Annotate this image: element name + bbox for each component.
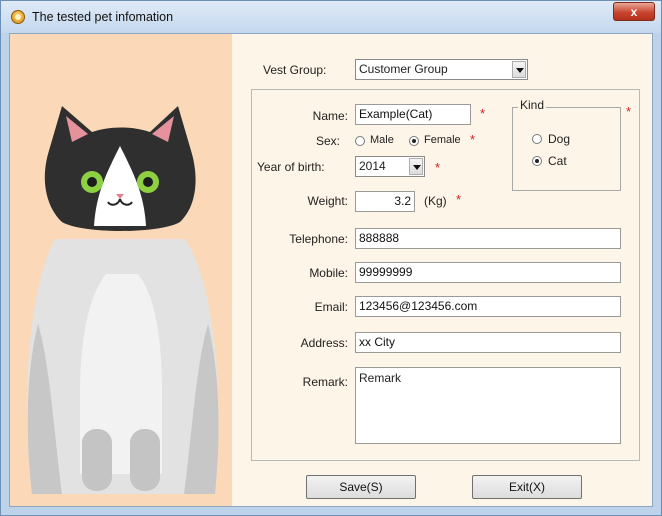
chevron-down-icon[interactable] xyxy=(409,158,423,175)
pet-info-window: The tested pet infomation x Vest Group: … xyxy=(0,0,662,516)
cat-illustration xyxy=(26,106,219,494)
sex-male-radio[interactable] xyxy=(355,136,365,146)
kind-groupbox xyxy=(512,107,621,191)
kind-cat-radio[interactable] xyxy=(532,156,542,166)
telephone-field[interactable]: 888888 xyxy=(355,228,621,249)
weight-label: Weight: xyxy=(307,194,348,208)
year-required-mark: * xyxy=(435,160,441,175)
close-button[interactable]: x xyxy=(613,2,655,21)
window-title: The tested pet infomation xyxy=(32,10,174,24)
cat-illustration-panel xyxy=(10,34,232,506)
client-area: Vest Group: Customer Group Name: Example… xyxy=(9,33,653,507)
sex-female-radio[interactable] xyxy=(409,136,419,146)
sex-male-label: Male xyxy=(370,134,394,146)
app-icon xyxy=(11,10,25,24)
sex-required-mark: * xyxy=(470,132,476,147)
weight-field[interactable]: 3.2 xyxy=(355,191,415,212)
kind-title: Kind xyxy=(518,98,547,112)
year-of-birth-select[interactable]: 2014 xyxy=(355,156,425,177)
vest-group-value: Customer Group xyxy=(359,62,448,76)
mobile-label: Mobile: xyxy=(309,266,348,280)
email-label: Email: xyxy=(314,300,348,314)
sex-female-label: Female xyxy=(424,134,461,146)
address-field[interactable]: xx City xyxy=(355,332,621,353)
telephone-label: Telephone: xyxy=(289,232,348,246)
vest-group-label: Vest Group: xyxy=(263,63,327,77)
kind-dog-label: Dog xyxy=(548,132,571,146)
weight-unit: (Kg) xyxy=(424,194,447,208)
year-of-birth-value: 2014 xyxy=(359,159,386,173)
save-button[interactable]: Save(S) xyxy=(306,475,416,499)
address-label: Address: xyxy=(300,336,348,350)
kind-cat-label: Cat xyxy=(548,154,567,168)
chevron-down-icon[interactable] xyxy=(512,61,526,78)
remark-textarea[interactable]: Remark xyxy=(355,367,621,444)
name-label: Name: xyxy=(312,109,348,123)
kind-dog-radio[interactable] xyxy=(532,134,542,144)
name-required-mark: * xyxy=(480,106,486,121)
weight-required-mark: * xyxy=(456,192,462,207)
mobile-field[interactable]: 99999999 xyxy=(355,262,621,283)
year-of-birth-label: Year of birth: xyxy=(257,160,325,174)
exit-button[interactable]: Exit(X) xyxy=(472,475,582,499)
name-field[interactable]: Example(Cat) xyxy=(355,104,471,125)
remark-label: Remark: xyxy=(302,375,348,389)
title-bar[interactable]: The tested pet infomation x xyxy=(1,1,661,33)
vest-group-select[interactable]: Customer Group xyxy=(355,59,528,80)
kind-required-mark: * xyxy=(626,104,632,119)
sex-label: Sex: xyxy=(315,134,340,148)
email-field[interactable]: 123456@123456.com xyxy=(355,296,621,317)
